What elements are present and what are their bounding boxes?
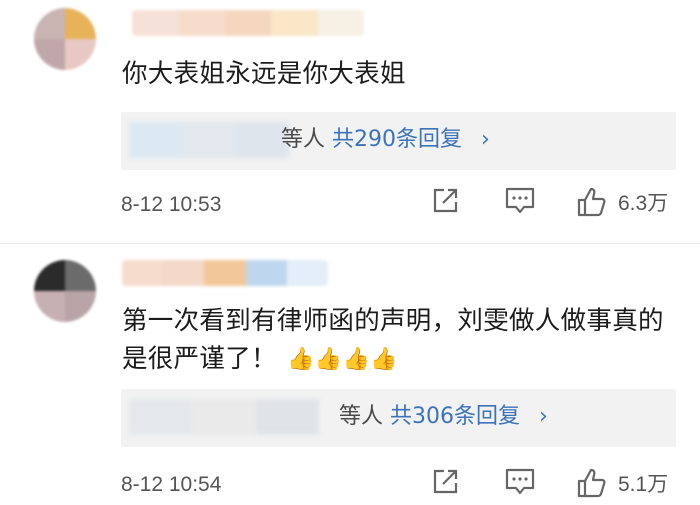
timestamp: 8-12 10:53 [121,193,222,216]
like-icon [577,187,606,217]
chevron-right-icon: › [539,404,548,429]
reply-users-blurred [129,399,319,435]
share-icon [433,469,458,494]
comment-icon [505,187,535,214]
replies-summary[interactable]: 等人 共290条回复 › [281,125,490,155]
replies-summary[interactable]: 等人 共306条回复 › [339,402,548,432]
avatar[interactable] [34,260,96,322]
thumbs-up-emoji: 👍👍👍👍 [287,347,398,372]
like-count: 6.3万 [618,192,669,215]
like-count: 5.1万 [618,473,669,496]
comment-icon [505,468,535,495]
reply-users-suffix: 等人 [339,404,384,429]
share-icon [433,188,458,213]
reply-users-suffix: 等人 [281,127,326,152]
comment-item-1: 你大表姐永远是你大表姐 等人 共290条回复 › 8-12 10:53 6.3万 [0,0,700,243]
reply-users-blurred [129,122,289,158]
like-icon [577,468,606,498]
reply-count-link[interactable]: 共306条回复 [390,404,520,429]
replies-preview[interactable]: 等人 共306条回复 › [121,389,676,447]
like-button[interactable]: 6.3万 [576,186,668,218]
comment-text: 第一次看到有律师函的声明，刘雯做人做事真的是很严谨了！ 👍👍👍👍 [122,302,680,379]
username-blurred[interactable] [132,10,364,36]
username-blurred[interactable] [122,260,328,286]
reply-count-link[interactable]: 共290条回复 [332,127,462,152]
like-button[interactable]: 5.1万 [576,467,668,499]
avatar[interactable] [34,8,96,70]
comment-button[interactable] [504,467,536,497]
comment-button[interactable] [504,186,536,216]
replies-preview[interactable]: 等人 共290条回复 › [121,112,676,170]
comment-text: 你大表姐永远是你大表姐 [122,59,406,89]
share-button[interactable] [430,467,460,497]
comment-item-2: 第一次看到有律师函的声明，刘雯做人做事真的是很严谨了！ 👍👍👍👍 等人 共306… [0,243,700,505]
share-button[interactable] [430,186,460,216]
chevron-right-icon: › [481,127,490,152]
timestamp: 8-12 10:54 [121,473,222,496]
